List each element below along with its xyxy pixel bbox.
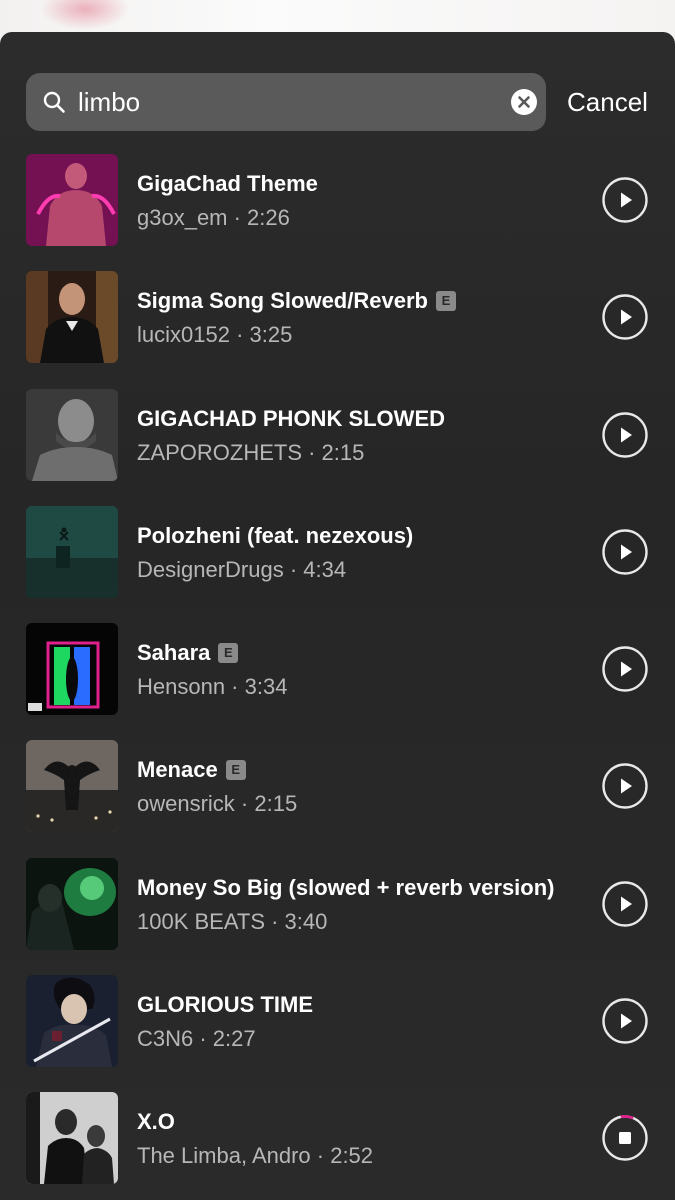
album-art (26, 271, 118, 364)
play-icon (602, 529, 648, 575)
album-art (26, 154, 118, 246)
track-title: Polozheni (feat. nezexous) (137, 522, 414, 548)
track-title: Sahara (137, 640, 211, 666)
track-artist-duration: g3ox_em · 2:26 (137, 205, 290, 230)
play-button[interactable] (602, 294, 648, 340)
track-artist-duration: lucix0152 · 3:25 (137, 322, 293, 348)
play-button[interactable] (602, 881, 648, 927)
play-button[interactable] (602, 998, 648, 1044)
track-artist-duration: Hensonn · 3:34 (137, 674, 288, 700)
album-art (26, 388, 118, 481)
search-box[interactable] (26, 73, 546, 131)
music-picker-sheet: Cancel GigaChad Theme g3ox_em · 2:26 (0, 32, 675, 1200)
track-title: GLORIOUS TIME (137, 992, 313, 1018)
background-decoration (40, 0, 130, 30)
search-bar-row: Cancel (0, 73, 675, 133)
album-art (26, 1092, 118, 1185)
track-row[interactable]: Sigma Song Slowed/Reverb E lucix0152 · 3… (0, 259, 675, 376)
track-title-line: X.O (137, 1107, 175, 1137)
play-icon (602, 411, 648, 458)
track-artist-duration: C3N6 · 2:27 (137, 1026, 256, 1052)
explicit-badge: E (435, 291, 456, 312)
track-list: GigaChad Theme g3ox_em · 2:26 Sigma Song… (0, 142, 675, 1198)
play-button[interactable] (602, 529, 648, 575)
play-icon (602, 646, 648, 692)
track-artist-duration: owensrick · 2:15 (137, 791, 298, 817)
track-artist-duration: The Limba, Andro · 2:52 (137, 1143, 374, 1169)
track-title-line: Polozheni (feat. nezexous) (137, 521, 413, 551)
track-title: GigaChad Theme (137, 171, 318, 196)
track-title-line: GLORIOUS TIME (137, 990, 313, 1020)
track-title-line: GigaChad Theme (137, 169, 318, 199)
album-art (26, 975, 118, 1068)
track-row[interactable]: Sahara E Hensonn · 3:34 (0, 611, 675, 728)
track-artist-duration: ZAPOROZHETS · 2:15 (137, 439, 365, 465)
explicit-badge: E (225, 760, 246, 781)
track-row[interactable]: Polozheni (feat. nezexous) DesignerDrugs… (0, 494, 675, 611)
track-row[interactable]: Menace E owensrick · 2:15 (0, 728, 675, 845)
track-title: Money So Big (slowed + reverb version) (137, 874, 555, 900)
play-button[interactable] (602, 646, 648, 692)
clear-icon[interactable] (511, 89, 537, 115)
track-title: X.O (137, 1109, 175, 1135)
track-title-line: Money So Big (slowed + reverb version) (137, 873, 555, 903)
track-title-line: Sahara E (137, 638, 239, 668)
track-row[interactable]: GIGACHAD PHONK SLOWED ZAPOROZHETS · 2:15 (0, 377, 675, 494)
track-artist-duration: DesignerDrugs · 4:34 (137, 556, 347, 582)
track-title: GIGACHAD PHONK SLOWED (137, 405, 445, 431)
play-icon (602, 294, 648, 340)
track-artist-duration: 100K BEATS · 3:40 (137, 908, 328, 934)
play-icon (602, 881, 648, 927)
explicit-badge: E (218, 643, 239, 664)
track-row[interactable]: GigaChad Theme g3ox_em · 2:26 (0, 142, 675, 259)
cancel-button[interactable]: Cancel (567, 73, 648, 131)
search-input[interactable] (78, 73, 478, 131)
play-button[interactable] (602, 177, 648, 223)
play-icon (602, 763, 648, 810)
album-art (26, 857, 118, 950)
play-button[interactable] (602, 411, 648, 458)
play-button[interactable] (602, 763, 648, 810)
stop-button[interactable] (602, 1115, 648, 1162)
stop-icon (602, 1115, 648, 1162)
track-row[interactable]: GLORIOUS TIME C3N6 · 2:27 (0, 963, 675, 1080)
track-title-line: Sigma Song Slowed/Reverb E (137, 286, 456, 316)
play-icon (602, 998, 648, 1044)
search-icon (42, 90, 66, 114)
track-row[interactable]: X.O The Limba, Andro · 2:52 (0, 1080, 675, 1197)
track-row[interactable]: Money So Big (slowed + reverb version) 1… (0, 846, 675, 963)
track-title-line: GIGACHAD PHONK SLOWED (137, 404, 445, 434)
album-art (26, 623, 118, 716)
track-title-line: Menace E (137, 755, 246, 785)
album-art (26, 740, 118, 833)
track-title: Sigma Song Slowed/Reverb (137, 288, 428, 314)
album-art (26, 505, 118, 598)
play-icon (602, 177, 648, 223)
track-title: Menace (137, 757, 218, 783)
